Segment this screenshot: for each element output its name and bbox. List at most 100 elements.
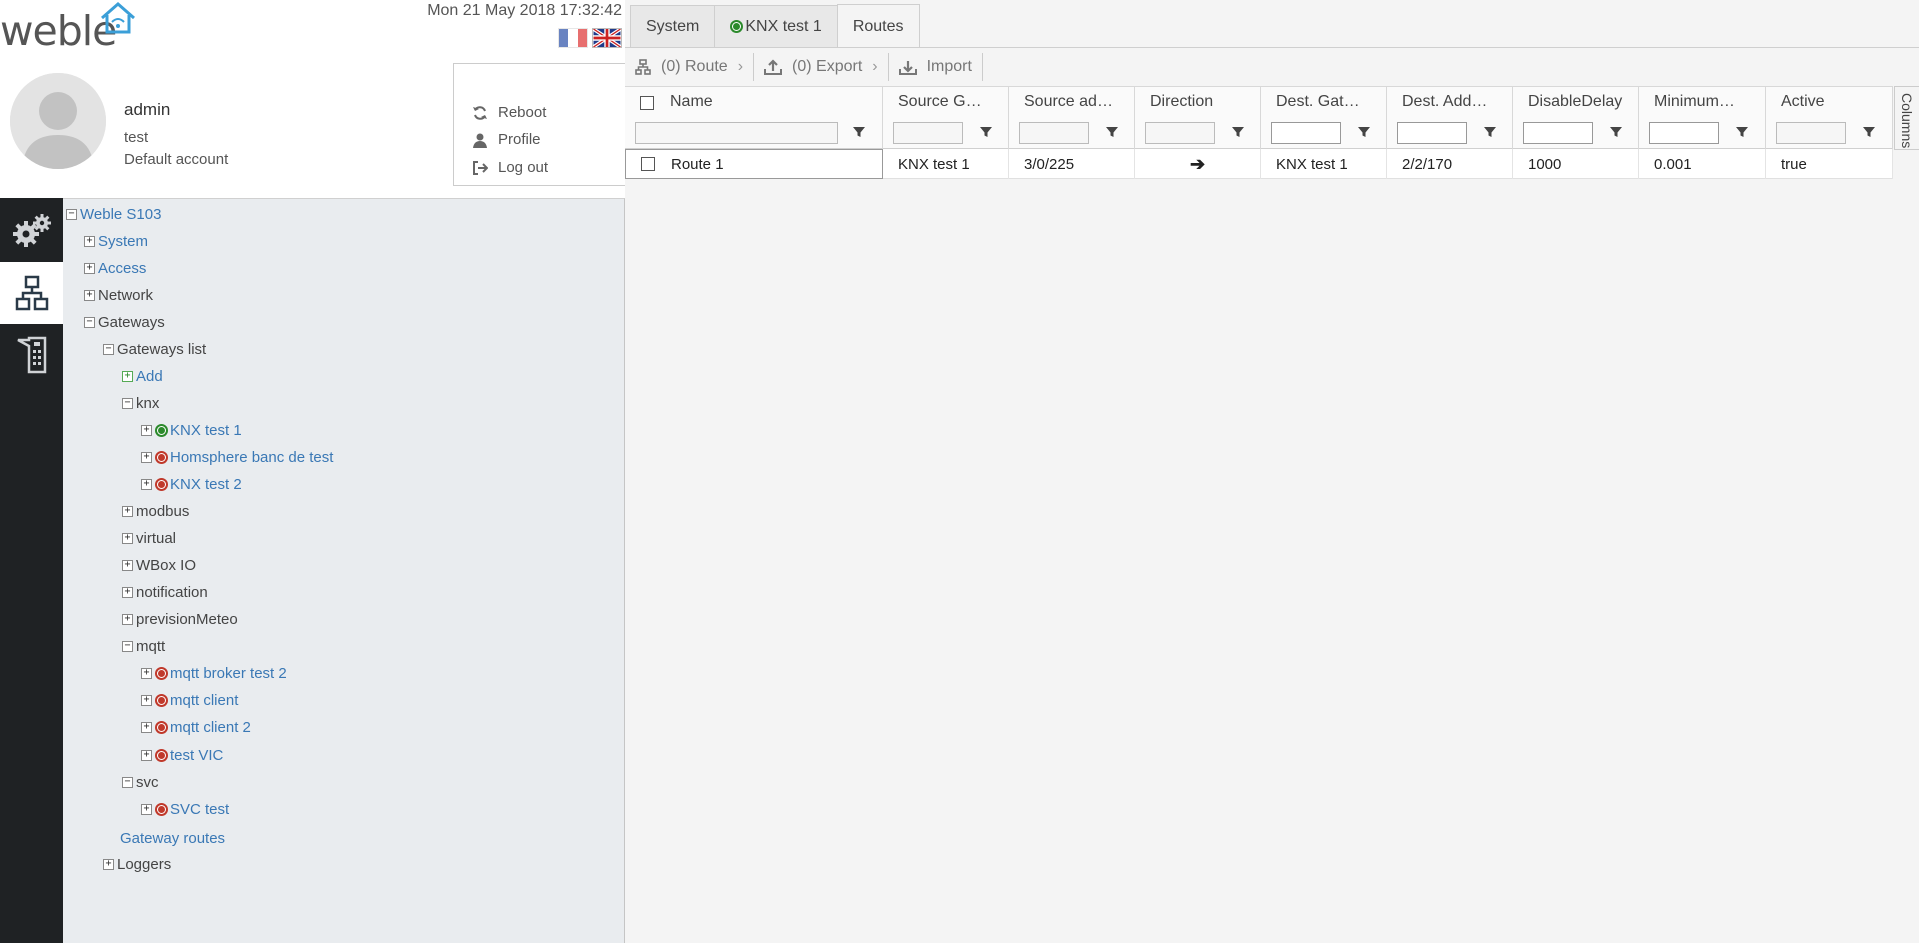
column-source-address-label[interactable]: Source ad…	[1024, 93, 1113, 111]
tree-node-homsphere[interactable]: + Homsphere banc de test	[141, 446, 333, 468]
cell-dest-gateway[interactable]: KNX test 1	[1261, 149, 1387, 179]
tree-node-gateways-list[interactable]: − Gateways list	[103, 338, 206, 360]
tab-routes[interactable]: Routes	[836, 4, 920, 48]
cell-dest-address[interactable]: 2/2/170	[1387, 149, 1513, 179]
weble-logo[interactable]: weble	[0, 0, 145, 55]
tree-label-prevision[interactable]: previsionMeteo	[136, 611, 238, 628]
name-filter-input[interactable]	[635, 122, 838, 144]
import-button[interactable]: Import	[889, 52, 983, 81]
export-button[interactable]: (0) Export ›	[754, 52, 889, 81]
tree-node-wbox[interactable]: + WBox IO	[122, 554, 196, 576]
french-flag-icon[interactable]	[558, 28, 588, 48]
reboot-button[interactable]: Reboot	[472, 104, 546, 121]
tree-node-virtual[interactable]: + virtual	[122, 527, 176, 549]
tree-node-mqtt[interactable]: − mqtt	[122, 635, 165, 657]
tree-node-add[interactable]: + Add	[122, 365, 163, 387]
row-checkbox[interactable]	[641, 157, 655, 171]
sidebar-settings-button[interactable]	[0, 200, 63, 262]
filter-icon[interactable]	[1862, 125, 1876, 139]
collapse-icon[interactable]: −	[84, 316, 95, 328]
tree-node-loggers[interactable]: + Loggers	[103, 853, 171, 875]
expand-icon[interactable]: +	[103, 858, 114, 870]
select-all-checkbox[interactable]	[640, 96, 654, 110]
tree-label-notification[interactable]: notification	[136, 584, 208, 601]
dest-gateway-filter-input[interactable]	[1271, 122, 1341, 144]
table-row[interactable]: Route 1 KNX test 1 3/0/225 ➔ KNX test 1 …	[625, 149, 1893, 179]
filter-icon[interactable]	[1231, 125, 1245, 139]
sidebar-device-button[interactable]	[0, 324, 63, 386]
columns-panel-toggle[interactable]: Columns	[1894, 86, 1919, 150]
filter-icon[interactable]	[1105, 125, 1119, 139]
column-source-gateway-label[interactable]: Source G…	[898, 93, 982, 111]
tree-label-access[interactable]: Access	[98, 260, 146, 277]
tree-label-knx-test-2[interactable]: KNX test 2	[170, 476, 242, 493]
tree-label-mqtt[interactable]: mqtt	[136, 638, 165, 655]
tree-label-add[interactable]: Add	[136, 368, 163, 385]
tree-node-modbus[interactable]: + modbus	[122, 500, 189, 522]
tree-node-system[interactable]: + System	[84, 230, 148, 252]
expand-icon[interactable]: +	[122, 613, 133, 625]
tree-node-gateway-routes[interactable]: Gateway routes	[120, 827, 225, 849]
tree-label-root[interactable]: Weble S103	[80, 206, 161, 223]
uk-flag-icon[interactable]	[592, 28, 622, 48]
logout-button[interactable]: Log out	[472, 159, 548, 176]
tree-node-root[interactable]: − Weble S103	[66, 203, 161, 225]
filter-icon[interactable]	[852, 125, 866, 139]
expand-icon[interactable]: +	[141, 694, 152, 706]
collapse-icon[interactable]: −	[122, 397, 133, 409]
tree-node-access[interactable]: + Access	[84, 257, 146, 279]
tree-label-gateways[interactable]: Gateways	[98, 314, 165, 331]
cell-disable-delay[interactable]: 1000	[1513, 149, 1639, 179]
tree-node-test-vic[interactable]: + test VIC	[141, 744, 223, 766]
active-filter-input[interactable]	[1776, 122, 1846, 144]
tree-label-network[interactable]: Network	[98, 287, 153, 304]
tree-label-wbox[interactable]: WBox IO	[136, 557, 196, 574]
column-dest-gateway-label[interactable]: Dest. Gat…	[1276, 93, 1360, 111]
tree-label-knx-test-1[interactable]: KNX test 1	[170, 422, 242, 439]
column-disable-delay-label[interactable]: DisableDelay	[1528, 93, 1622, 111]
tree-node-knx[interactable]: − knx	[122, 392, 159, 414]
expand-icon[interactable]: +	[122, 505, 133, 517]
tree-node-knx-test-1[interactable]: + KNX test 1	[141, 419, 242, 441]
filter-icon[interactable]	[979, 125, 993, 139]
tab-knx-test-1[interactable]: KNX test 1	[714, 5, 838, 47]
tree-node-gateways[interactable]: − Gateways	[84, 311, 165, 333]
direction-filter-input[interactable]	[1145, 122, 1215, 144]
expand-icon[interactable]: +	[141, 803, 152, 815]
tree-label-gateways-list[interactable]: Gateways list	[117, 341, 206, 358]
tree-label-loggers[interactable]: Loggers	[117, 856, 171, 873]
collapse-icon[interactable]: −	[122, 776, 133, 788]
tree-label-knx[interactable]: knx	[136, 395, 159, 412]
collapse-icon[interactable]: −	[122, 640, 133, 652]
tab-system[interactable]: System	[630, 5, 716, 47]
tree-label-system[interactable]: System	[98, 233, 148, 250]
column-minimum-label[interactable]: Minimum…	[1654, 93, 1735, 111]
tree-label-mqtt-client[interactable]: mqtt client	[170, 692, 238, 709]
tree-node-knx-test-2[interactable]: + KNX test 2	[141, 473, 242, 495]
tree-label-modbus[interactable]: modbus	[136, 503, 189, 520]
expand-icon[interactable]: +	[122, 559, 133, 571]
filter-icon[interactable]	[1357, 125, 1371, 139]
filter-icon[interactable]	[1609, 125, 1623, 139]
profile-button[interactable]: Profile	[472, 131, 541, 148]
tree-label-mqtt-client-2[interactable]: mqtt client 2	[170, 719, 251, 736]
column-name-label[interactable]: Name	[670, 93, 713, 111]
expand-icon[interactable]: +	[141, 451, 152, 463]
tree-label-svc[interactable]: svc	[136, 774, 159, 791]
expand-icon[interactable]: +	[141, 721, 152, 733]
tree-node-svc[interactable]: − svc	[122, 771, 159, 793]
tree-node-mqtt-client-2[interactable]: + mqtt client 2	[141, 716, 251, 738]
tree-node-notification[interactable]: + notification	[122, 581, 208, 603]
expand-icon[interactable]: +	[84, 289, 95, 301]
expand-icon[interactable]: +	[84, 262, 95, 274]
source-gateway-filter-input[interactable]	[893, 122, 963, 144]
expand-icon[interactable]: +	[141, 424, 152, 436]
collapse-icon[interactable]: −	[66, 208, 77, 220]
tree-label-test-vic[interactable]: test VIC	[170, 747, 223, 764]
tree-label-virtual[interactable]: virtual	[136, 530, 176, 547]
expand-icon[interactable]: +	[122, 586, 133, 598]
filter-icon[interactable]	[1483, 125, 1497, 139]
expand-icon[interactable]: +	[84, 235, 95, 247]
filter-icon[interactable]	[1735, 125, 1749, 139]
expand-icon[interactable]: +	[141, 478, 152, 490]
